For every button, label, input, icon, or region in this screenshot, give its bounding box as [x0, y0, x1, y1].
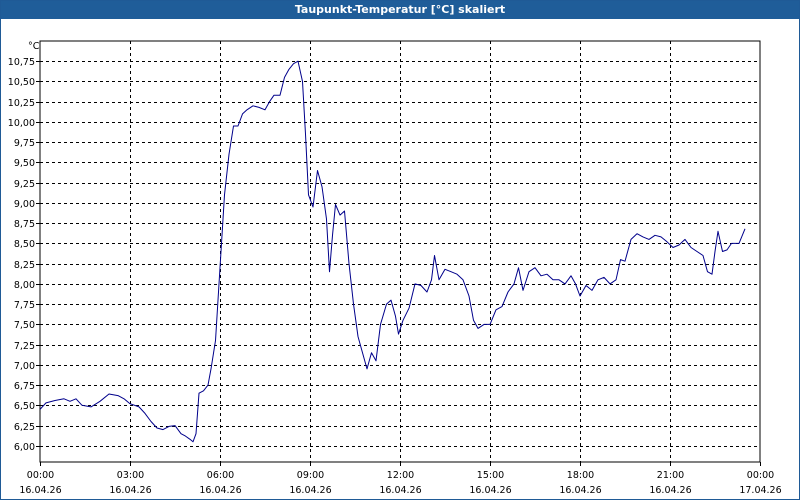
y-tick-label: 8,25	[14, 260, 35, 271]
y-tick-label: 10,00	[8, 118, 35, 129]
y-tick-label: 9,50	[14, 158, 35, 169]
y-tick-label: 9,75	[14, 138, 35, 149]
x-tick-date: 16.04.26	[19, 485, 61, 496]
x-tick-date: 16.04.26	[109, 485, 151, 496]
x-tick-time: 12:00	[387, 470, 414, 481]
y-tick-label: 10,25	[8, 98, 35, 109]
x-tick-date: 16.04.26	[289, 485, 331, 496]
x-tick-date: 16.04.26	[559, 485, 601, 496]
x-tick-time: 00:00	[747, 470, 774, 481]
y-axis-label: °C	[28, 41, 40, 52]
y-tick-label: 7,50	[14, 320, 35, 331]
y-tick-label: 6,75	[14, 381, 35, 392]
y-tick-label: 8,75	[14, 219, 35, 230]
y-tick-label: 8,00	[14, 280, 35, 291]
y-tick-label: 9,00	[14, 199, 35, 210]
y-tick-label: 7,00	[14, 361, 35, 372]
x-tick-time: 21:00	[657, 470, 684, 481]
chart-window: Taupunkt-Temperatur [°C] skaliert °C 6,0…	[0, 0, 800, 500]
x-tick-time: 06:00	[207, 470, 234, 481]
y-tick-label: 10,50	[8, 77, 35, 88]
y-tick-label: 6,50	[14, 401, 35, 412]
y-tick-label: 7,25	[14, 341, 35, 352]
x-tick-date: 16.04.26	[379, 485, 421, 496]
y-tick-label: 6,00	[14, 442, 35, 453]
y-tick-label: 10,75	[8, 57, 35, 68]
y-tick-label: 7,75	[14, 300, 35, 311]
x-tick-date: 16.04.26	[199, 485, 241, 496]
x-tick-date: 16.04.26	[469, 485, 511, 496]
x-tick-date: 16.04.26	[649, 485, 691, 496]
x-tick-time: 00:00	[27, 470, 54, 481]
line-chart: °C 6,00 6,25 6,50 6,75 7,00 7,25 7,50 7,75 8,00 8…	[8, 40, 782, 496]
y-tick-label: 9,25	[14, 179, 35, 190]
x-tick-date: 17.04.26	[739, 485, 781, 496]
x-tick-time: 03:00	[117, 470, 144, 481]
x-tick-time: 15:00	[477, 470, 504, 481]
x-tick-time: 18:00	[567, 470, 594, 481]
y-tick-label: 6,25	[14, 422, 35, 433]
x-tick-time: 09:00	[297, 470, 324, 481]
y-tick-label: 8,50	[14, 239, 35, 250]
